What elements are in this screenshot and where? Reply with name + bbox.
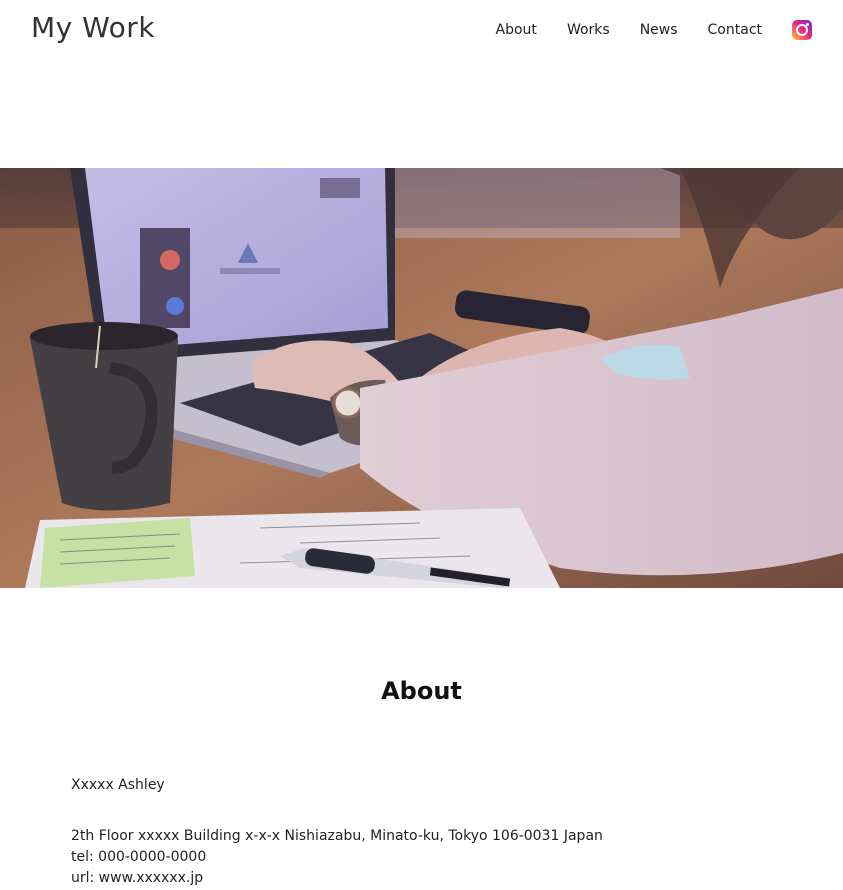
hero-illustration: [0, 168, 843, 588]
instagram-icon-dot: [806, 23, 809, 26]
about-url: url: www.xxxxxx.jp: [71, 870, 204, 886]
page: My Work About Works News Contact About X…: [0, 0, 843, 890]
about-content: Xxxxx Ashley 2th Floor xxxxx Building x-…: [71, 775, 603, 889]
nav-item-contact[interactable]: Contact: [708, 18, 762, 42]
instagram-icon[interactable]: [792, 20, 812, 40]
main-nav: About Works News Contact: [496, 18, 812, 42]
nav-item-about[interactable]: About: [496, 18, 537, 42]
about-tel: tel: 000-0000-0000: [71, 849, 207, 865]
about-section-title: About: [381, 677, 462, 705]
nav-item-news[interactable]: News: [640, 18, 678, 42]
nav-item-works[interactable]: Works: [567, 18, 610, 42]
about-address: 2th Floor xxxxx Building x-x-x Nishiazab…: [71, 828, 603, 844]
hero-image: [0, 168, 843, 588]
site-logo[interactable]: My Work: [31, 10, 155, 46]
about-name: Xxxxx Ashley: [71, 777, 165, 793]
site-header: My Work About Works News Contact: [0, 0, 843, 60]
